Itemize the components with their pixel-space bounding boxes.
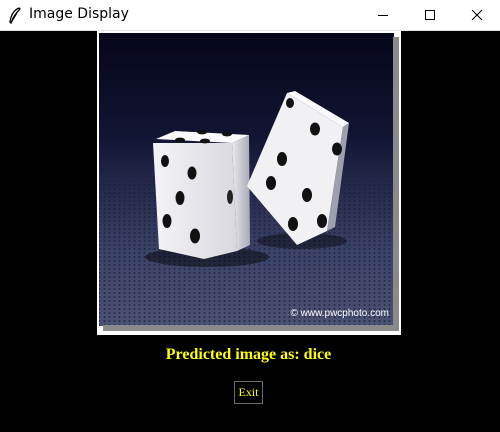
close-button[interactable] xyxy=(454,0,500,31)
maximize-button[interactable] xyxy=(407,0,453,31)
window-title: Image Display xyxy=(29,6,129,22)
image-panel: © www.pwcphoto.com xyxy=(97,31,401,335)
dice-photo: © www.pwcphoto.com xyxy=(99,33,399,331)
feather-icon xyxy=(8,7,22,25)
minimize-icon xyxy=(378,15,388,16)
minimize-button[interactable] xyxy=(360,0,406,31)
exit-button[interactable]: Exit xyxy=(234,381,263,404)
prediction-label: Predicted image as: dice xyxy=(165,346,332,363)
title-bar[interactable]: Image Display xyxy=(0,0,500,31)
watermark-text: © www.pwcphoto.com xyxy=(290,308,389,319)
maximize-icon xyxy=(425,10,435,20)
close-icon xyxy=(471,9,483,21)
